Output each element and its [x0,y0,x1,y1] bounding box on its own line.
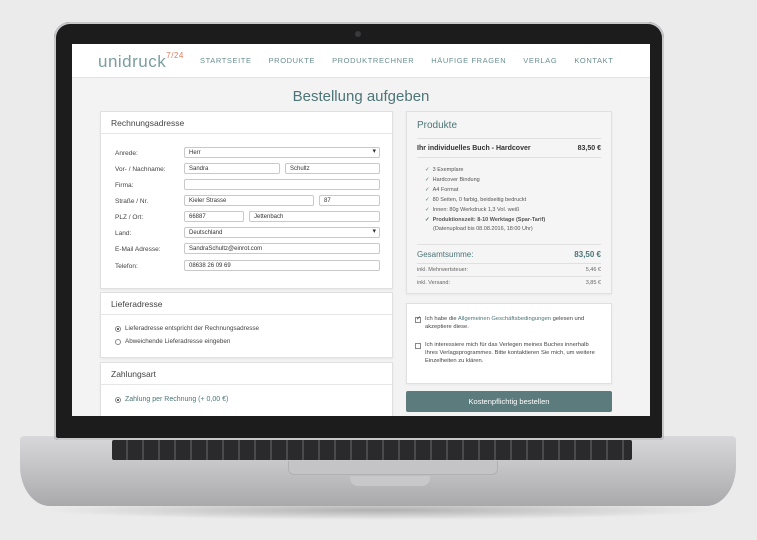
radio-icon[interactable] [115,338,121,345]
total-value: 83,50 € [574,250,601,259]
country-select[interactable]: Deutschland [184,227,380,238]
delivery-other-option[interactable]: Abweichende Lieferadresse eingeben [115,338,230,345]
terms-link[interactable]: Allgemeinen Geschäftsbedingungen [458,316,551,322]
divider [417,276,601,277]
house-number-field[interactable]: 87 [319,195,380,206]
nav-item-startseite[interactable]: STARTSEITE [200,56,252,65]
divider [417,138,601,139]
laptop-scene: unidruck7/24 STARTSEITE PRODUKTE PRODUKT… [0,0,757,540]
feature-item: ✓ 80 Seiten, 0 farbig, beidseitig bedruck… [425,197,527,203]
laptop-trackpad [288,461,498,475]
page-title: Bestellung aufgeben [292,88,430,105]
laptop-keyboard [112,440,632,460]
upload-note: (Datenupload bis 08.08.2016, 18:00 Uhr) [433,226,533,232]
feature-item: ✓ A4 Format [425,187,459,193]
product-item: Ihr individuelles Buch - Hardcover 83,50… [417,145,601,152]
label-company: Firma: [115,182,134,189]
label-name: Vor- / Nachname: [115,166,166,173]
payment-card: Zahlungsart Zahlung per Rechnung (+ 0,00… [100,362,393,416]
products-card: Produkte Ihr individuelles Buch - Hardco… [406,111,612,294]
main-menu: STARTSEITE PRODUKTE PRODUKTRECHNER HÄUFI… [200,56,613,65]
street-field[interactable]: Kieler Strasse [184,195,314,206]
divider [417,263,601,264]
check-icon: ✓ [425,177,430,183]
radio-selected-icon[interactable] [115,325,121,332]
first-name-field[interactable]: Sandra [184,163,280,174]
nav-item-verlag[interactable]: VERLAG [523,56,557,65]
publish-text: Ich interessiere mich für das Verlegen m… [425,342,595,364]
order-button[interactable]: Kostenpflichtig bestellen [406,391,612,412]
vat-row: inkl. Mehrwertsteuer: 5,46 € [417,267,601,273]
camera-icon [355,31,361,37]
laptop-notch [350,476,430,486]
label-street: Straße / Nr. [115,198,149,205]
label-phone: Telefon: [115,263,138,270]
radio-selected-icon[interactable] [115,396,121,403]
delivery-title: Lieferadresse [101,293,392,315]
feature-item: ✓ 3 Exemplare [425,167,464,173]
products-title: Produkte [417,120,458,131]
payment-title: Zahlungsart [101,363,392,385]
screen: unidruck7/24 STARTSEITE PRODUKTE PRODUKT… [72,44,650,416]
feature-item: ✓ Innen: 80g Werkdruck 1,3 Vol. weiß [425,207,520,213]
terms-text: Ich habe die Allgemeinen Geschäftsbeding… [425,316,585,330]
company-field[interactable] [184,179,380,190]
total-row: Gesamtsumme: 83,50 € [417,250,601,259]
check-icon: ✓ [425,207,430,213]
check-icon: ✓ [425,187,430,193]
zip-field[interactable]: 66887 [184,211,244,222]
check-icon: ✓ [425,167,430,173]
feature-item: ✓ Hardcover Bindung [425,177,480,183]
delivery-same-label: Lieferadresse entspricht der Rechnungsad… [125,325,260,332]
last-name-field[interactable]: Schultz [285,163,380,174]
agreements-card: Ich habe die Allgemeinen Geschäftsbeding… [406,303,612,384]
publish-checkbox[interactable] [415,343,421,349]
label-country: Land: [115,230,132,237]
salutation-select[interactable]: Herr [184,147,380,158]
total-label: Gesamtsumme: [417,250,474,259]
top-nav: unidruck7/24 STARTSEITE PRODUKTE PRODUKT… [72,44,650,78]
payment-invoice-option[interactable]: Zahlung per Rechnung (+ 0,00 €) [115,396,228,403]
label-email: E-Mail Adresse: [115,246,161,253]
terms-checkbox[interactable] [415,315,421,323]
delivery-card: Lieferadresse Lieferadresse entspricht d… [100,292,393,358]
check-icon: ✓ [425,217,430,223]
nav-item-kontakt[interactable]: KONTAKT [574,56,613,65]
check-icon: ✓ [425,197,430,203]
nav-item-produkte[interactable]: PRODUKTE [269,56,315,65]
logo-text: unidruck [98,52,167,71]
feature-item: ✓ Produktionszeit: 8-10 Werktage (Spar-Ta… [425,217,546,223]
label-zip-city: PLZ / Ort: [115,214,144,221]
nav-item-produktrechner[interactable]: PRODUKTRECHNER [332,56,414,65]
email-field[interactable]: SandraSchultz@einrot.com [184,243,380,254]
product-price: 83,50 € [577,145,601,152]
billing-card: Rechnungsadresse Anrede: Herr Vor- / Nac… [100,111,393,289]
shipping-row: inkl. Versand: 3,85 € [417,280,601,286]
delivery-same-option[interactable]: Lieferadresse entspricht der Rechnungsad… [115,325,259,332]
divider [417,157,601,158]
logo[interactable]: unidruck7/24 [98,51,184,72]
shipping-value: 3,85 € [585,280,601,286]
shipping-label: inkl. Versand: [417,280,451,286]
divider [417,244,601,245]
phone-field[interactable]: 08638 26 09 69 [184,260,380,271]
payment-invoice-label: Zahlung per Rechnung (+ 0,00 €) [125,396,229,403]
nav-item-faq[interactable]: HÄUFIGE FRAGEN [431,56,506,65]
label-salutation: Anrede: [115,150,138,157]
product-name: Ihr individuelles Buch - Hardcover [417,145,531,152]
city-field[interactable]: Jettenbach [249,211,380,222]
delivery-other-label: Abweichende Lieferadresse eingeben [125,338,231,345]
vat-label: inkl. Mehrwertsteuer: [417,267,469,273]
logo-super: 7/24 [166,51,184,60]
vat-value: 5,46 € [585,267,601,273]
billing-title: Rechnungsadresse [101,112,392,134]
